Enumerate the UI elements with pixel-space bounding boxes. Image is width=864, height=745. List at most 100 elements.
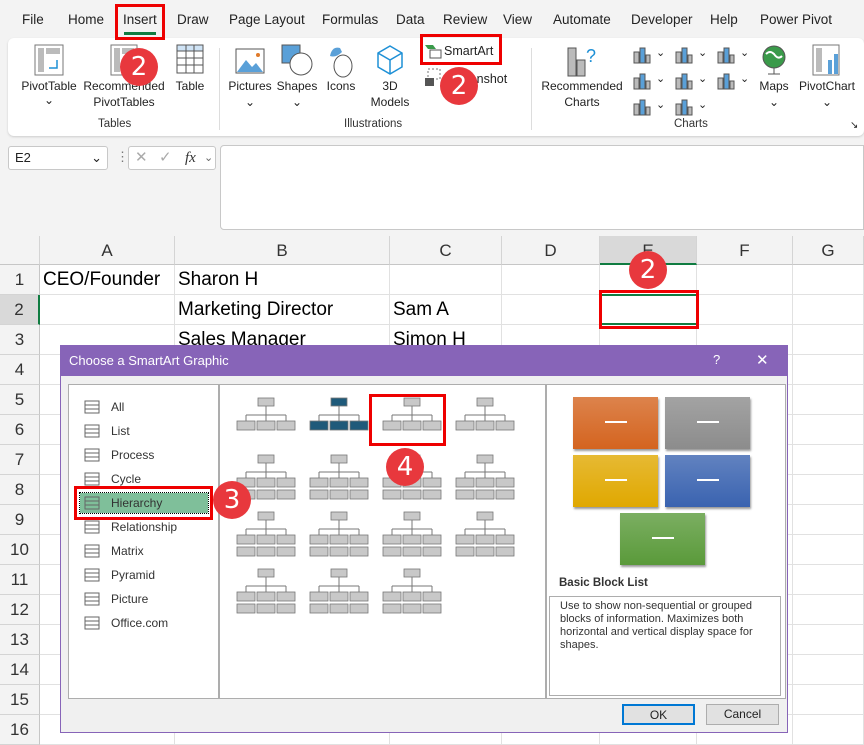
row-header-9[interactable]: 9 bbox=[0, 505, 40, 535]
chart-type-button[interactable]: ⌄ bbox=[632, 72, 670, 92]
layout-thumbnail[interactable] bbox=[307, 395, 371, 445]
close-button[interactable]: ✕ bbox=[756, 351, 769, 369]
layout-thumbnail[interactable] bbox=[234, 395, 298, 445]
shapes-button[interactable]: Shapes ⌄ bbox=[275, 42, 319, 110]
column-header-F[interactable]: F bbox=[697, 236, 793, 265]
layout-thumbnail[interactable] bbox=[307, 566, 371, 616]
step-badge: 2 bbox=[440, 67, 478, 105]
formula-input[interactable] bbox=[220, 145, 864, 230]
row-header-2[interactable]: 2 bbox=[0, 295, 40, 325]
tab-automate[interactable]: Automate bbox=[553, 12, 611, 27]
category-process[interactable]: Process bbox=[83, 445, 154, 465]
chevron-down-icon: ⌄ bbox=[656, 47, 666, 59]
tab-draw[interactable]: Draw bbox=[177, 12, 209, 27]
row-header-15[interactable]: 15 bbox=[0, 685, 40, 715]
table-button[interactable]: Table bbox=[170, 42, 210, 110]
dialog-launcher-icon[interactable]: ↘ bbox=[850, 120, 858, 131]
row-header-12[interactable]: 12 bbox=[0, 595, 40, 625]
category-all[interactable]: All bbox=[83, 397, 124, 417]
chart-type-button[interactable]: ⌄ bbox=[632, 98, 670, 118]
block-text-placeholder bbox=[697, 421, 719, 423]
layout-thumbnail[interactable] bbox=[234, 509, 298, 559]
column-header-A[interactable]: A bbox=[40, 236, 175, 265]
row-header-13[interactable]: 13 bbox=[0, 625, 40, 655]
chevron-down-icon: ⌄ bbox=[768, 95, 780, 109]
tab-power-pivot[interactable]: Power Pivot bbox=[760, 12, 832, 27]
column-header-C[interactable]: C bbox=[390, 236, 502, 265]
icons-button[interactable]: Icons bbox=[322, 42, 360, 110]
row-header-7[interactable]: 7 bbox=[0, 445, 40, 475]
row-header-14[interactable]: 14 bbox=[0, 655, 40, 685]
column-header-G[interactable]: G bbox=[793, 236, 864, 265]
layout-thumbnail[interactable] bbox=[307, 509, 371, 559]
preview-block bbox=[620, 513, 705, 565]
chevron-down-icon: ⌄ bbox=[740, 47, 750, 59]
table-icon bbox=[176, 44, 204, 74]
category-relationship[interactable]: Relationship bbox=[83, 517, 177, 537]
column-header-B[interactable]: B bbox=[175, 236, 390, 265]
enter-icon[interactable]: ✓ bbox=[159, 147, 172, 169]
layout-thumbnail[interactable] bbox=[234, 566, 298, 616]
svg-text:?: ? bbox=[586, 46, 596, 66]
chart-type-button[interactable]: ⌄ bbox=[674, 46, 712, 66]
tab-data[interactable]: Data bbox=[396, 12, 425, 27]
ok-button[interactable]: OK bbox=[622, 704, 695, 725]
pivottable-button[interactable]: PivotTable ⌄ bbox=[18, 42, 80, 110]
chart-icon bbox=[675, 73, 693, 90]
category-list[interactable]: List bbox=[83, 421, 130, 441]
cancel-button[interactable]: Cancel bbox=[706, 704, 779, 725]
preview-block bbox=[665, 397, 750, 449]
chart-type-button[interactable]: ⌄ bbox=[716, 46, 754, 66]
layout-thumbnail[interactable] bbox=[307, 452, 371, 502]
layout-thumbnail[interactable] bbox=[380, 509, 444, 559]
help-button[interactable]: ? bbox=[713, 352, 720, 367]
cell-B1[interactable]: Sharon H bbox=[175, 265, 258, 295]
column-header-D[interactable]: D bbox=[502, 236, 600, 265]
row-header-1[interactable]: 1 bbox=[0, 265, 40, 295]
category-picture[interactable]: Picture bbox=[83, 589, 148, 609]
insert-function-button[interactable]: fx bbox=[185, 147, 196, 169]
category-pyramid[interactable]: Pyramid bbox=[83, 565, 155, 585]
cell-C2[interactable]: Sam A bbox=[390, 295, 449, 325]
layout-thumbnail[interactable] bbox=[453, 509, 517, 559]
row-header-10[interactable]: 10 bbox=[0, 535, 40, 565]
chart-type-button[interactable]: ⌄ bbox=[674, 72, 712, 92]
row-header-8[interactable]: 8 bbox=[0, 475, 40, 505]
name-box[interactable]: E2 ⌄ bbox=[8, 146, 108, 170]
tab-page-layout[interactable]: Page Layout bbox=[229, 12, 305, 27]
cell-A1[interactable]: CEO/Founder bbox=[40, 265, 160, 295]
pivotchart-button[interactable]: PivotChart ⌄ bbox=[796, 42, 858, 110]
row-header-4[interactable]: 4 bbox=[0, 355, 40, 385]
3d-models-button[interactable]: 3D Models bbox=[362, 42, 418, 110]
tab-home[interactable]: Home bbox=[68, 12, 104, 27]
tab-review[interactable]: Review bbox=[443, 12, 487, 27]
row-header-6[interactable]: 6 bbox=[0, 415, 40, 445]
tab-developer[interactable]: Developer bbox=[631, 12, 693, 27]
pivottable-icon bbox=[34, 44, 64, 76]
layout-thumbnail[interactable] bbox=[453, 452, 517, 502]
chart-type-button[interactable]: ⌄ bbox=[632, 46, 670, 66]
recommended-charts-button[interactable]: ? Recommended Charts bbox=[538, 42, 626, 110]
layout-thumbnail[interactable] bbox=[453, 395, 517, 445]
chart-type-button[interactable]: ⌄ bbox=[674, 98, 712, 118]
category-office-com[interactable]: Office.com bbox=[83, 613, 168, 633]
chart-type-button[interactable]: ⌄ bbox=[716, 72, 754, 92]
row-header-5[interactable]: 5 bbox=[0, 385, 40, 415]
layout-thumbnail[interactable] bbox=[380, 566, 444, 616]
tab-file[interactable]: File bbox=[22, 12, 44, 27]
tab-help[interactable]: Help bbox=[710, 12, 738, 27]
gridline bbox=[40, 294, 864, 295]
cancel-icon[interactable]: ✕ bbox=[135, 147, 148, 169]
maps-button[interactable]: Maps ⌄ bbox=[752, 42, 796, 110]
row-header-3[interactable]: 3 bbox=[0, 325, 40, 355]
select-all[interactable] bbox=[0, 236, 40, 265]
pictures-button[interactable]: Pictures ⌄ bbox=[226, 42, 274, 110]
row-header-11[interactable]: 11 bbox=[0, 565, 40, 595]
cell-B2[interactable]: Marketing Director bbox=[175, 295, 333, 325]
row-header-16[interactable]: 16 bbox=[0, 715, 40, 745]
tab-view[interactable]: View bbox=[503, 12, 532, 27]
table-label: Table bbox=[175, 79, 205, 93]
3d-models-label-1: 3D bbox=[382, 79, 398, 93]
tab-formulas[interactable]: Formulas bbox=[322, 12, 378, 27]
category-matrix[interactable]: Matrix bbox=[83, 541, 144, 561]
